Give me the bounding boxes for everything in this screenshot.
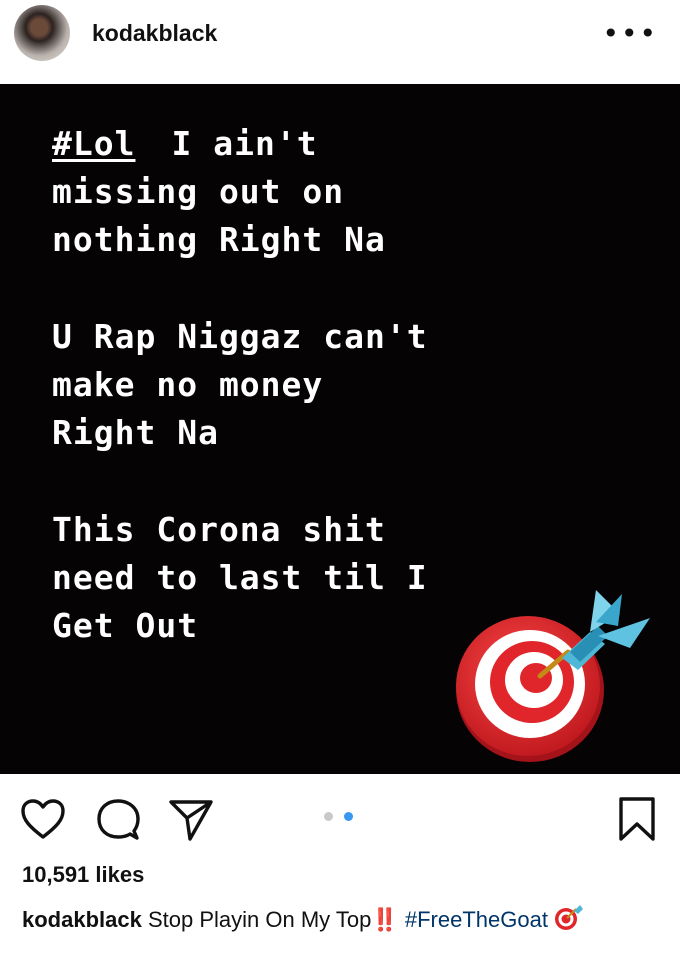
- comment-icon[interactable]: [96, 798, 140, 847]
- likes-count[interactable]: 10,591 likes: [22, 862, 144, 888]
- text-line-7: This Corona shit: [52, 510, 386, 549]
- double-exclamation-icon: ‼️: [371, 906, 399, 932]
- paragraph-2: U Rap Niggaz can't make no money Right N…: [52, 313, 652, 457]
- text-line-1: I ain't: [171, 124, 318, 163]
- username[interactable]: kodakblack: [92, 20, 217, 47]
- hashtag-lol: #Lol: [52, 124, 136, 163]
- avatar[interactable]: [14, 5, 70, 61]
- text-line-2: missing out on: [52, 172, 345, 211]
- more-options-icon[interactable]: •••: [602, 20, 658, 48]
- caption-text: Stop Playin On My Top: [147, 906, 372, 932]
- send-icon[interactable]: [168, 798, 214, 847]
- paragraph-1: #Lol I ain't missing out on nothing Right…: [52, 120, 652, 264]
- heart-icon[interactable]: [20, 798, 66, 845]
- caption: kodakblack Stop Playin On My Top‼️ #Free…: [22, 903, 662, 939]
- direct-hit-target-icon: [554, 903, 584, 939]
- post-image: #Lol I ain't missing out on nothing Right…: [0, 84, 680, 774]
- text-line-5: make no money: [52, 365, 324, 404]
- carousel-dot-1: [324, 812, 333, 821]
- action-bar: [0, 774, 680, 864]
- caption-username[interactable]: kodakblack: [22, 907, 142, 932]
- direct-hit-target-icon: [450, 582, 665, 772]
- text-line-6: Right Na: [52, 413, 219, 452]
- carousel-dot-2: [344, 812, 353, 821]
- text-line-4: U Rap Niggaz can't: [52, 317, 428, 356]
- caption-hashtag[interactable]: #FreeTheGoat: [405, 907, 548, 932]
- post-header: kodakblack •••: [0, 0, 680, 84]
- bookmark-icon[interactable]: [618, 796, 656, 847]
- text-line-3: nothing Right Na: [52, 220, 386, 259]
